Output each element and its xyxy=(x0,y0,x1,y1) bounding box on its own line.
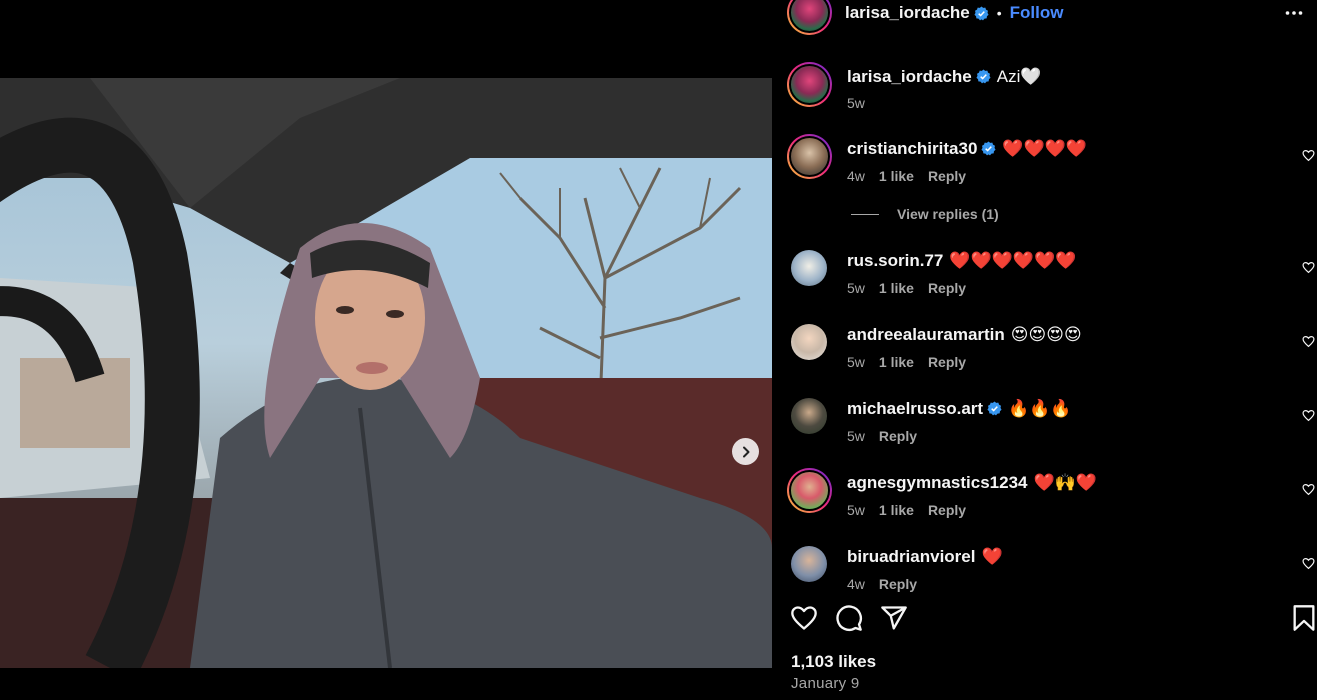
verified-badge-icon xyxy=(981,141,996,156)
comment-text: ❤️❤️❤️❤️ xyxy=(1002,139,1088,158)
caption-username[interactable]: larisa_iordache xyxy=(847,67,972,86)
comment-text-line: agnesgymnastics1234 ❤️🙌❤️ xyxy=(847,473,1097,493)
comment-likes[interactable]: 1 like xyxy=(879,354,914,370)
comment-text: ❤️❤️❤️❤️❤️❤️ xyxy=(949,251,1077,270)
post-action-bar xyxy=(772,604,1317,638)
comment-avatar[interactable] xyxy=(787,134,832,179)
comment-item: cristianchirita30 ❤️❤️❤️❤️ 4w 1 like Reply xyxy=(772,134,1317,184)
comment-likes[interactable]: 1 like xyxy=(879,168,914,184)
comment-text-line: michaelrusso.art 🔥🔥🔥 xyxy=(847,399,1072,419)
heart-icon[interactable] xyxy=(1302,261,1315,274)
caption-meta: 5w xyxy=(847,95,879,111)
view-replies-label: View replies (1) xyxy=(897,206,999,222)
comment-username[interactable]: cristianchirita30 xyxy=(847,139,977,158)
verified-badge-icon xyxy=(976,69,991,84)
comment-likes[interactable]: 1 like xyxy=(879,280,914,296)
likes-count[interactable]: 1,103 likes xyxy=(791,652,876,672)
heart-icon[interactable] xyxy=(790,604,818,632)
heart-icon[interactable] xyxy=(1302,557,1315,570)
view-replies-button[interactable]: View replies (1) xyxy=(851,206,999,222)
next-image-button[interactable] xyxy=(732,438,759,465)
post-photo xyxy=(0,78,772,668)
reply-button[interactable]: Reply xyxy=(928,280,966,296)
post-media-panel xyxy=(0,0,772,700)
comment-icon[interactable] xyxy=(835,604,863,632)
author-avatar[interactable] xyxy=(787,0,832,35)
comment-avatar[interactable] xyxy=(791,546,827,582)
comment-age: 4w xyxy=(847,168,865,184)
verified-badge-icon xyxy=(974,5,989,20)
comment-text: ❤️ xyxy=(981,547,1003,566)
comment-username[interactable]: agnesgymnastics1234 xyxy=(847,473,1028,492)
comment-text-line: cristianchirita30 ❤️❤️❤️❤️ xyxy=(847,139,1087,159)
caption-text: Azi🤍 xyxy=(996,67,1042,86)
comment-age: 4w xyxy=(847,576,865,592)
comment-username[interactable]: rus.sorin.77 xyxy=(847,251,943,270)
bookmark-icon[interactable] xyxy=(1292,604,1316,632)
comment-age: 5w xyxy=(847,428,865,444)
comment-item: rus.sorin.77 ❤️❤️❤️❤️❤️❤️ 5w 1 like Reply xyxy=(772,246,1317,296)
comment-meta: 4w Reply xyxy=(847,576,931,592)
comment-text: 😍😍😍😍 xyxy=(1010,325,1082,344)
comment-text: 🔥🔥🔥 xyxy=(1008,399,1072,418)
reply-button[interactable]: Reply xyxy=(879,576,917,592)
more-icon[interactable] xyxy=(1285,4,1303,22)
selfie-image xyxy=(0,78,772,668)
comment-item: agnesgymnastics1234 ❤️🙌❤️ 5w 1 like Reply xyxy=(772,468,1317,518)
caption-text-line: larisa_iordache Azi🤍 xyxy=(847,67,1042,87)
comment-meta: 5w 1 like Reply xyxy=(847,280,980,296)
comment-age: 5w xyxy=(847,502,865,518)
comment-item: michaelrusso.art 🔥🔥🔥 5w Reply xyxy=(772,394,1317,444)
reply-button[interactable]: Reply xyxy=(879,428,917,444)
caption-age: 5w xyxy=(847,95,865,111)
comment-text-line: rus.sorin.77 ❤️❤️❤️❤️❤️❤️ xyxy=(847,251,1076,271)
comment-meta: 4w 1 like Reply xyxy=(847,168,980,184)
post-header: larisa_iordache • Follow xyxy=(772,0,1317,35)
heart-icon[interactable] xyxy=(1302,483,1315,496)
comment-avatar[interactable] xyxy=(791,324,827,360)
chevron-right-icon xyxy=(742,446,749,457)
header-separator: • xyxy=(996,5,1002,21)
comment-avatar[interactable] xyxy=(791,250,827,286)
comment-meta: 5w Reply xyxy=(847,428,931,444)
post-caption: larisa_iordache Azi🤍 5w xyxy=(772,62,1317,112)
replies-divider xyxy=(851,213,879,215)
comment-item: andreealauramartin 😍😍😍😍 5w 1 like Reply xyxy=(772,320,1317,370)
author-username[interactable]: larisa_iordache xyxy=(845,3,970,23)
comment-likes[interactable]: 1 like xyxy=(879,502,914,518)
post-date: January 9 xyxy=(791,675,860,692)
reply-button[interactable]: Reply xyxy=(928,168,966,184)
caption-avatar[interactable] xyxy=(787,62,832,107)
reply-button[interactable]: Reply xyxy=(928,502,966,518)
reply-button[interactable]: Reply xyxy=(928,354,966,370)
comment-avatar[interactable] xyxy=(787,468,832,513)
comment-age: 5w xyxy=(847,280,865,296)
comment-text: ❤️🙌❤️ xyxy=(1033,473,1098,492)
post-sidebar: larisa_iordache • Follow larisa_iordache… xyxy=(772,0,1317,700)
comment-username[interactable]: andreealauramartin xyxy=(847,325,1005,344)
heart-icon[interactable] xyxy=(1302,409,1315,422)
comment-username[interactable]: biruadrianviorel xyxy=(847,547,975,566)
heart-icon[interactable] xyxy=(1302,335,1315,348)
follow-button[interactable]: Follow xyxy=(1010,3,1064,23)
heart-icon[interactable] xyxy=(1302,149,1315,162)
comment-username[interactable]: michaelrusso.art xyxy=(847,399,983,418)
comment-meta: 5w 1 like Reply xyxy=(847,354,980,370)
share-icon[interactable] xyxy=(880,604,908,632)
comment-text-line: biruadrianviorel ❤️ xyxy=(847,547,1003,567)
comment-text-line: andreealauramartin 😍😍😍😍 xyxy=(847,325,1082,345)
comment-item: biruadrianviorel ❤️ 4w Reply xyxy=(772,542,1317,592)
comment-avatar[interactable] xyxy=(791,398,827,434)
comment-age: 5w xyxy=(847,354,865,370)
comment-meta: 5w 1 like Reply xyxy=(847,502,980,518)
verified-badge-icon xyxy=(987,401,1002,416)
